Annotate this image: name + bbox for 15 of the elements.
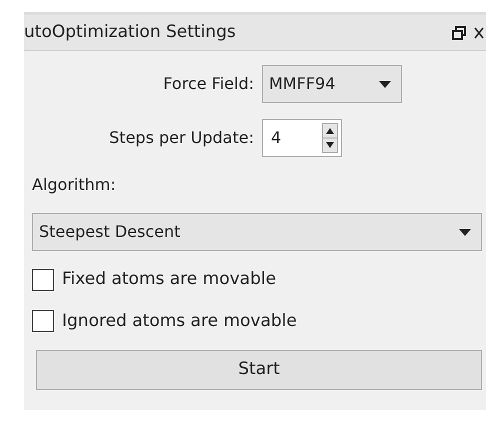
checkbox-option[interactable]: Ignored atoms are movable	[32, 308, 482, 334]
caret-icon	[379, 80, 391, 88]
panel-title: utoOptimization Settings	[24, 20, 237, 44]
algorithm-dropdown[interactable]: Steepest Descent	[32, 213, 482, 251]
start-button[interactable]: Start	[36, 350, 482, 390]
spin-arrows-icon[interactable]	[322, 123, 338, 153]
field-label: Force Field:	[162, 73, 255, 95]
algorithm-label: Algorithm:	[32, 174, 117, 196]
force-field-dropdown[interactable]: MMFF94	[262, 65, 402, 103]
close-icon[interactable]	[474, 26, 484, 38]
steps-spinbox[interactable]: 4	[262, 119, 342, 157]
field-label: Steps per Update:	[108, 127, 255, 149]
checkbox-option[interactable]: Fixed atoms are movable	[32, 267, 482, 292]
caret-icon	[459, 228, 471, 236]
float-icon[interactable]	[452, 26, 466, 40]
